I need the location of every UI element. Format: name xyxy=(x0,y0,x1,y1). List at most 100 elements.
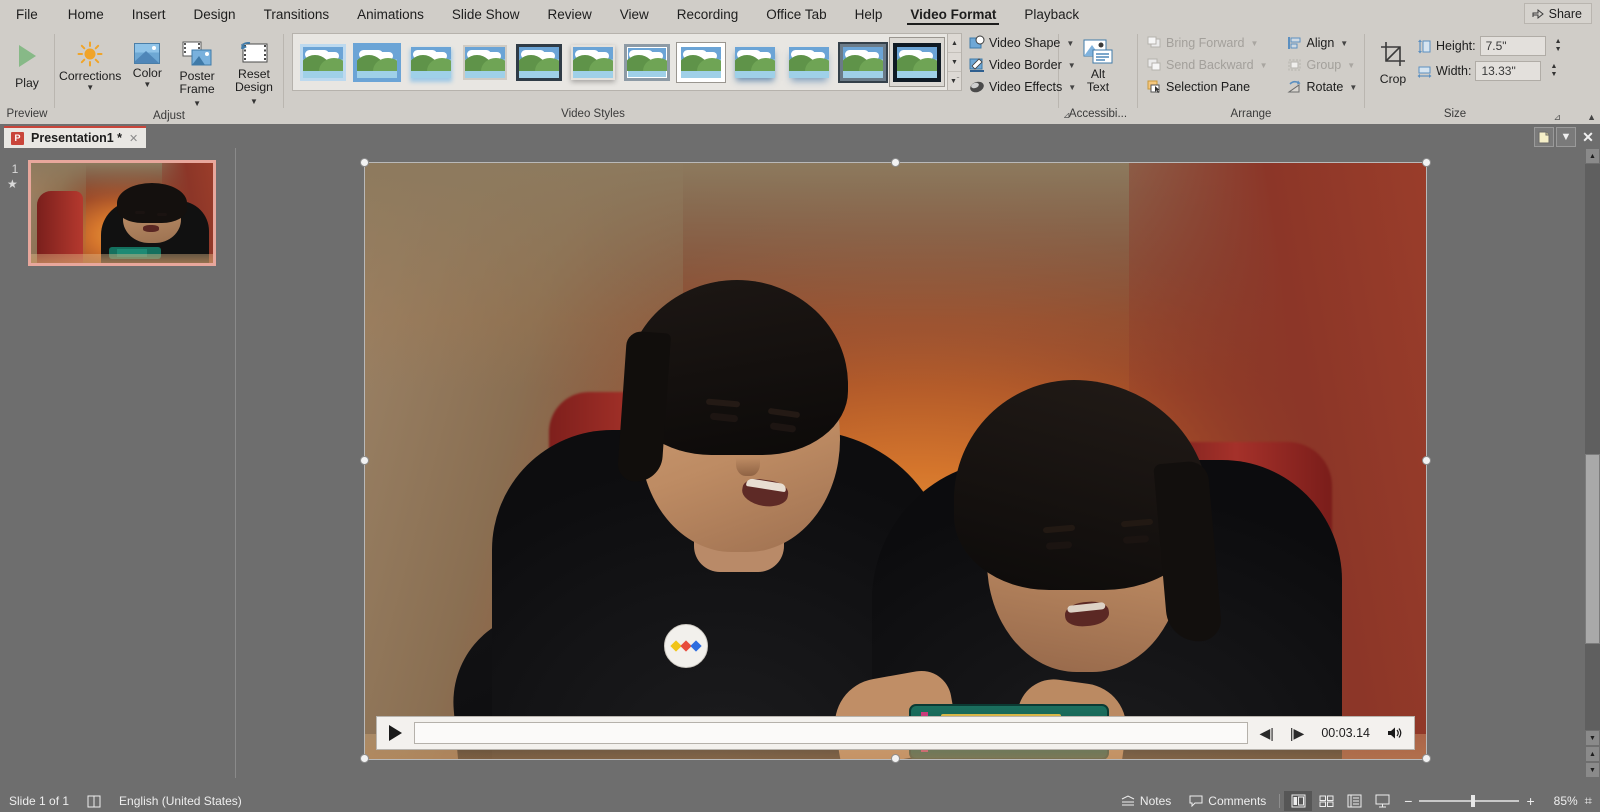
ribbon-tab-home[interactable]: Home xyxy=(54,0,118,28)
ribbon-tab-view[interactable]: View xyxy=(606,0,663,28)
more-styles-icon[interactable]: ▼ ‾ xyxy=(948,72,961,90)
chevron-down-icon[interactable]: ▼ xyxy=(1347,61,1355,70)
video-style-item[interactable] xyxy=(566,38,620,86)
spinner-up-icon[interactable]: ▲ xyxy=(1550,63,1557,71)
previous-slide-icon[interactable]: ▲ xyxy=(1585,746,1600,762)
ribbon-tab-playback[interactable]: Playback xyxy=(1010,0,1093,28)
ribbon-tab-recording[interactable]: Recording xyxy=(663,0,753,28)
document-tab-presentation1[interactable]: P Presentation1 * ✕ xyxy=(4,126,147,148)
rotate-button[interactable]: Rotate ▼ xyxy=(1282,76,1362,98)
resize-handle-w[interactable] xyxy=(360,456,369,465)
video-style-item[interactable] xyxy=(350,38,404,86)
resize-handle-s[interactable] xyxy=(891,754,900,763)
chevron-down-icon[interactable]: ▼ xyxy=(1556,127,1576,147)
new-document-icon[interactable] xyxy=(1534,127,1554,147)
alt-text-button[interactable]: Alt Text xyxy=(1076,32,1120,94)
dialog-launcher-icon[interactable]: ⊿ xyxy=(1553,112,1561,123)
poster-frame-button[interactable]: Poster Frame ▼ xyxy=(169,32,225,109)
scroll-down-icon[interactable]: ▼ xyxy=(948,53,961,72)
chevron-down-icon[interactable]: ▼ xyxy=(1340,39,1348,48)
video-styles-gallery[interactable] xyxy=(292,33,948,91)
height-input[interactable]: 7.5" xyxy=(1479,36,1546,56)
corrections-button[interactable]: Corrections ▼ xyxy=(55,32,125,92)
crop-button[interactable]: Crop xyxy=(1373,32,1413,86)
ribbon-tab-slide-show[interactable]: Slide Show xyxy=(438,0,534,28)
spinner-up-icon[interactable]: ▲ xyxy=(1555,38,1562,46)
video-progress-bar[interactable] xyxy=(414,722,1248,744)
slide-thumbnail-pane[interactable]: 1 ★ xyxy=(0,148,236,778)
minus-icon[interactable]: − xyxy=(1404,793,1412,809)
group-button[interactable]: Group ▼ xyxy=(1282,54,1362,76)
zoom-track[interactable] xyxy=(1419,795,1520,807)
next-frame-icon[interactable]: |▶ xyxy=(1286,725,1308,742)
dialog-launcher-icon[interactable]: ⊿ xyxy=(1063,108,1071,123)
video-style-item[interactable] xyxy=(728,38,782,86)
chevron-down-icon[interactable]: ▼ xyxy=(1251,39,1259,48)
volume-icon[interactable] xyxy=(1383,726,1407,740)
video-style-item-selected[interactable] xyxy=(889,37,945,87)
resize-handle-n[interactable] xyxy=(891,158,900,167)
spinner-down-icon[interactable]: ▼ xyxy=(1550,71,1557,79)
zoom-thumb[interactable] xyxy=(1471,795,1476,807)
fit-to-window-icon[interactable]: ⌗ xyxy=(1585,793,1592,809)
scroll-down-icon[interactable]: ▼ xyxy=(1585,730,1600,746)
reading-view-button[interactable] xyxy=(1340,791,1368,811)
slide-show-button[interactable] xyxy=(1368,791,1396,811)
video-style-item[interactable] xyxy=(782,38,836,86)
ribbon-tab-transitions[interactable]: Transitions xyxy=(250,0,344,28)
video-style-item[interactable] xyxy=(512,38,566,86)
ribbon-tab-help[interactable]: Help xyxy=(841,0,897,28)
resize-handle-nw[interactable] xyxy=(360,158,369,167)
video-style-item[interactable] xyxy=(458,38,512,86)
ribbon-tab-file[interactable]: File xyxy=(0,0,54,28)
chevron-down-icon[interactable]: ▼ xyxy=(143,80,151,89)
notes-button[interactable]: Notes xyxy=(1112,794,1180,808)
vertical-scrollbar[interactable]: ▲ ▼ ▲ ▼ xyxy=(1585,148,1600,778)
previous-frame-icon[interactable]: ◀| xyxy=(1256,725,1278,742)
zoom-value-label[interactable]: 85% xyxy=(1542,794,1578,808)
accessibility-checker-icon[interactable] xyxy=(78,795,110,808)
bring-forward-button[interactable]: Bring Forward ▼ xyxy=(1142,32,1272,54)
language-label[interactable]: English (United States) xyxy=(110,794,251,808)
close-all-tabs-icon[interactable]: ✕ xyxy=(1578,127,1598,147)
comments-button[interactable]: Comments xyxy=(1180,794,1275,808)
align-button[interactable]: Align ▼ xyxy=(1282,32,1362,54)
resize-handle-e[interactable] xyxy=(1422,456,1431,465)
width-stepper[interactable]: ▲ ▼ xyxy=(1547,61,1560,81)
slide-canvas[interactable]: ◀| |▶ 00:03.14 xyxy=(236,148,1586,778)
ribbon-tab-review[interactable]: Review xyxy=(533,0,605,28)
video-style-item[interactable] xyxy=(620,38,674,86)
share-button[interactable]: Share xyxy=(1523,3,1592,24)
ribbon-tab-video-format[interactable]: Video Format xyxy=(896,0,1010,28)
ribbon-tab-office-tab[interactable]: Office Tab xyxy=(752,0,840,28)
resize-handle-se[interactable] xyxy=(1422,754,1431,763)
send-backward-button[interactable]: Send Backward ▼ xyxy=(1142,54,1272,76)
chevron-down-icon[interactable]: ▼ xyxy=(1260,61,1268,70)
selection-pane-button[interactable]: Selection Pane xyxy=(1142,76,1272,98)
chevron-down-icon[interactable]: ▼ xyxy=(250,97,258,106)
spinner-down-icon[interactable]: ▼ xyxy=(1555,46,1562,54)
scroll-up-icon[interactable]: ▲ xyxy=(1585,148,1600,164)
normal-view-button[interactable] xyxy=(1284,791,1313,811)
video-style-item[interactable] xyxy=(296,38,350,86)
resize-handle-ne[interactable] xyxy=(1422,158,1431,167)
video-playback-controls[interactable]: ◀| |▶ 00:03.14 xyxy=(376,716,1415,750)
next-slide-icon[interactable]: ▼ xyxy=(1585,762,1600,778)
slide-sorter-button[interactable] xyxy=(1312,791,1340,811)
play-icon[interactable] xyxy=(389,725,402,741)
height-stepper[interactable]: ▲ ▼ xyxy=(1552,36,1565,56)
slide-thumbnail-item[interactable]: 1 ★ xyxy=(0,148,236,266)
ribbon-tab-design[interactable]: Design xyxy=(180,0,250,28)
video-object[interactable]: ◀| |▶ 00:03.14 xyxy=(364,162,1427,760)
chevron-down-icon[interactable]: ▼ xyxy=(193,99,201,108)
slide-thumbnail-preview[interactable] xyxy=(28,160,216,266)
chevron-down-icon[interactable]: ▼ xyxy=(86,83,94,92)
width-input[interactable]: 13.33" xyxy=(1475,61,1542,81)
plus-icon[interactable]: + xyxy=(1526,793,1534,809)
video-style-item[interactable] xyxy=(836,38,890,86)
video-styles-scroll[interactable]: ▲ ▼ ▼ ‾ xyxy=(948,33,962,91)
resize-handle-sw[interactable] xyxy=(360,754,369,763)
ribbon-tab-animations[interactable]: Animations xyxy=(343,0,438,28)
close-icon[interactable]: ✕ xyxy=(129,132,138,145)
reset-design-button[interactable]: Reset Design ▼ xyxy=(225,32,283,107)
